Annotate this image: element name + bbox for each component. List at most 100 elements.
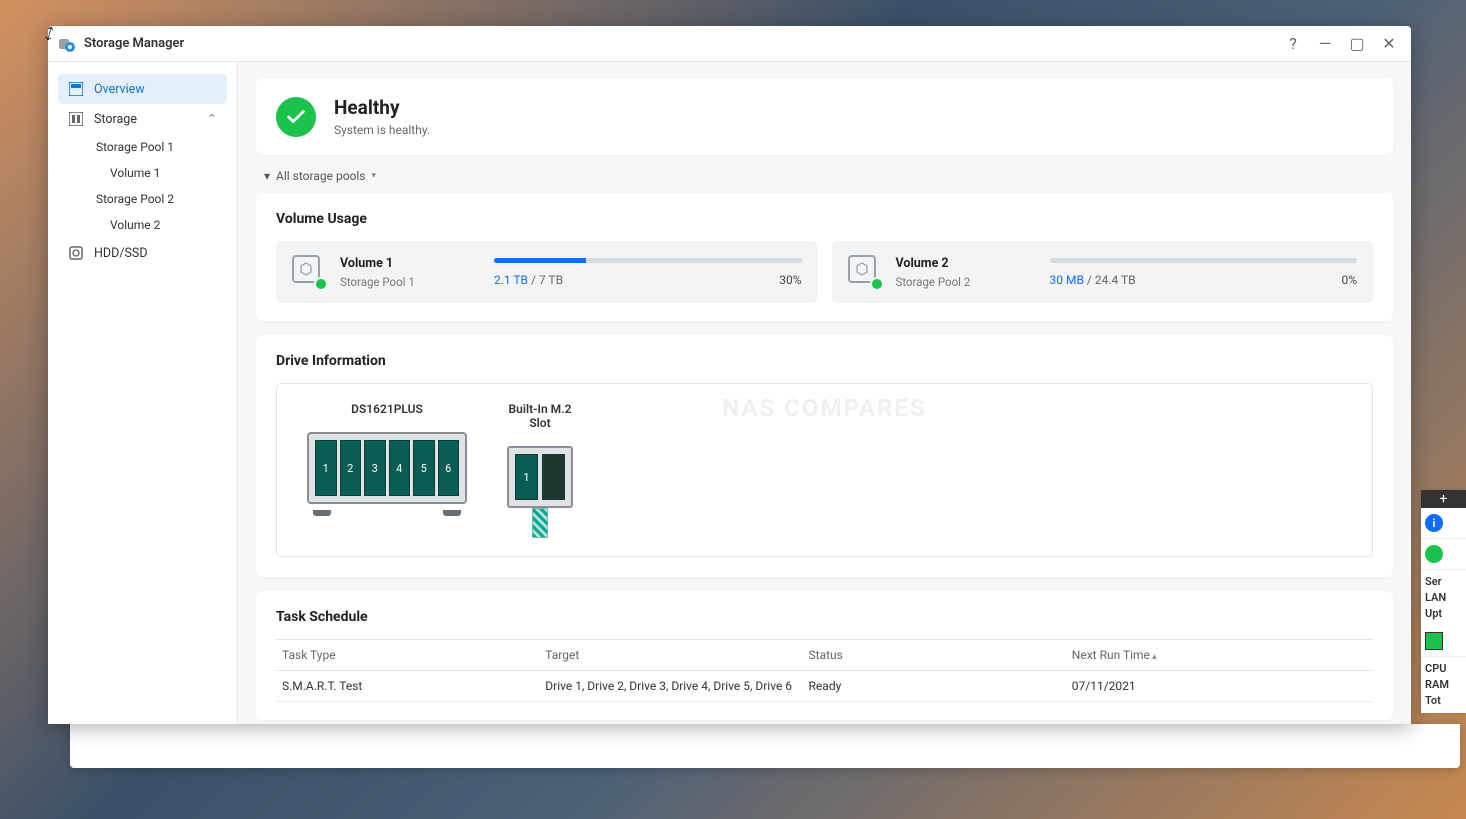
sidebar-label: HDD/SSD: [94, 246, 148, 261]
sidebar-item-overview[interactable]: Overview: [58, 74, 227, 104]
drive-bay-1[interactable]: 1: [315, 440, 337, 496]
chevron-down-icon: ▾: [372, 171, 377, 181]
sidebar-label: Overview: [94, 82, 145, 97]
health-check-icon: [276, 97, 316, 137]
status-badge-ok: [870, 277, 884, 291]
cell-target: Drive 1, Drive 2, Drive 3, Drive 4, Driv…: [539, 671, 802, 702]
add-widget-button[interactable]: +: [1421, 490, 1466, 508]
storage-pool-filter[interactable]: ▾ All storage pools ▾: [264, 169, 1393, 183]
window-title: Storage Manager: [84, 36, 1273, 51]
health-card: Healthy System is healthy.: [256, 78, 1393, 155]
th-task-type[interactable]: Task Type: [276, 640, 539, 671]
hdd-icon: [68, 245, 84, 261]
sidebar-item-hddssd[interactable]: HDD/SSD: [58, 238, 227, 268]
check-icon: [1425, 545, 1443, 563]
sidebar-item-storage[interactable]: Storage ⌃: [58, 104, 227, 134]
sidebar: Overview Storage ⌃ Storage Pool 1 Volume…: [48, 62, 238, 724]
nas-chassis: 123456: [307, 432, 467, 504]
status-badge-ok: [314, 277, 328, 291]
sidebar-label: Volume 2: [110, 218, 160, 232]
volume-pool: Storage Pool 2: [896, 275, 1036, 289]
volume-name: Volume 1: [340, 256, 480, 271]
overview-icon: [68, 81, 84, 97]
sidebar-item-pool1[interactable]: Storage Pool 1: [86, 134, 227, 160]
total-value: / 7 TB: [528, 273, 563, 287]
storage-manager-window: Storage Manager ? — ▢ ✕ Overview Storage…: [48, 26, 1411, 724]
m2-bay-1[interactable]: 1: [515, 454, 538, 500]
m2-device-block: Built-In M.2 Slot 1: [507, 402, 573, 538]
section-title: Drive Information: [276, 353, 1373, 369]
pct-value: 30%: [779, 273, 801, 287]
sidebar-item-vol1[interactable]: Volume 1: [100, 160, 227, 186]
help-button[interactable]: ?: [1281, 32, 1305, 56]
sidebar-item-vol2[interactable]: Volume 2: [100, 212, 227, 238]
watermark: NAS COMPARES: [722, 394, 927, 422]
cell-status: Ready: [803, 671, 1066, 702]
sidebar-label: Volume 1: [110, 166, 160, 180]
info-icon: i: [1425, 514, 1443, 532]
volume-card-1[interactable]: Volume 1 Storage Pool 1 2.1 TB / 7 TB 30…: [276, 241, 818, 303]
section-title: Task Schedule: [276, 609, 1373, 625]
volume-name: Volume 2: [896, 256, 1036, 271]
m2-connector: [532, 508, 548, 538]
drive-bay-3[interactable]: 3: [364, 440, 386, 496]
label-ser: Ser: [1425, 574, 1462, 590]
chevron-down-icon: ▾: [264, 169, 270, 183]
volume-icon: [292, 255, 326, 289]
usage-bar: [494, 258, 802, 263]
monitor-icon: [1425, 632, 1443, 650]
label-ram: RAM: [1425, 677, 1462, 693]
chevron-up-icon: ⌃: [207, 111, 217, 127]
monitor-widget-header[interactable]: [1421, 626, 1466, 657]
drive-info-card: Drive Information NAS COMPARES DS1621PLU…: [256, 335, 1393, 577]
drive-bay-4[interactable]: 4: [389, 440, 411, 496]
widget-labels: Ser LAN Upt: [1421, 570, 1466, 626]
total-value: / 24.4 TB: [1084, 273, 1136, 287]
th-target[interactable]: Target: [539, 640, 802, 671]
task-table: Task Type Target Status Next Run Time S.…: [276, 639, 1373, 702]
content-area: Healthy System is healthy. ▾ All storage…: [238, 62, 1411, 724]
minimize-button[interactable]: —: [1313, 32, 1337, 56]
pct-value: 0%: [1341, 273, 1357, 287]
volume-pool: Storage Pool 1: [340, 275, 480, 289]
volume-card-2[interactable]: Volume 2 Storage Pool 2 30 MB / 24.4 TB …: [832, 241, 1374, 303]
task-row[interactable]: S.M.A.R.T. Test Drive 1, Drive 2, Drive …: [276, 671, 1373, 702]
sidebar-item-pool2[interactable]: Storage Pool 2: [86, 186, 227, 212]
section-title: Volume Usage: [276, 211, 1373, 227]
filter-label: All storage pools: [276, 169, 365, 183]
background-window-fragment: [70, 724, 1460, 768]
widget-labels: CPU RAM Tot: [1421, 657, 1466, 713]
info-widget-header[interactable]: i: [1421, 508, 1466, 539]
used-value: 30 MB: [1050, 273, 1084, 287]
label-tot: Tot: [1425, 693, 1462, 709]
right-widget-panel: + i Ser LAN Upt CPU RAM Tot: [1421, 490, 1466, 713]
m2-bay-2[interactable]: [542, 454, 565, 500]
task-schedule-card: Task Schedule Task Type Target Status Ne…: [256, 591, 1393, 720]
used-value: 2.1 TB: [494, 273, 528, 287]
nas-device-block: DS1621PLUS 123456: [307, 402, 467, 538]
label-lan: LAN: [1425, 590, 1462, 606]
m2-chassis: 1: [507, 446, 573, 508]
cell-next: 07/11/2021: [1066, 671, 1373, 702]
device-label: DS1621PLUS: [307, 402, 467, 416]
drive-bay-6[interactable]: 6: [438, 440, 460, 496]
drive-bay-2[interactable]: 2: [340, 440, 362, 496]
th-next-run[interactable]: Next Run Time: [1066, 640, 1373, 671]
health-subtitle: System is healthy.: [334, 123, 430, 137]
device-label: Built-In M.2 Slot: [507, 402, 573, 430]
maximize-button[interactable]: ▢: [1345, 32, 1369, 56]
th-status[interactable]: Status: [803, 640, 1066, 671]
health-widget-row[interactable]: [1421, 539, 1466, 570]
volume-usage-card: Volume Usage Volume 1 Storage Pool 1 2.1…: [256, 193, 1393, 321]
storage-manager-icon: [58, 35, 76, 53]
health-title: Healthy: [334, 96, 430, 119]
drive-bay-5[interactable]: 5: [413, 440, 435, 496]
close-button[interactable]: ✕: [1377, 32, 1401, 56]
sidebar-label: Storage Pool 1: [96, 140, 174, 154]
label-upt: Upt: [1425, 606, 1462, 622]
usage-bar: [1050, 258, 1358, 263]
cell-type: S.M.A.R.T. Test: [276, 671, 539, 702]
sidebar-label: Storage Pool 2: [96, 192, 174, 206]
volume-icon: [848, 255, 882, 289]
label-cpu: CPU: [1425, 661, 1462, 677]
